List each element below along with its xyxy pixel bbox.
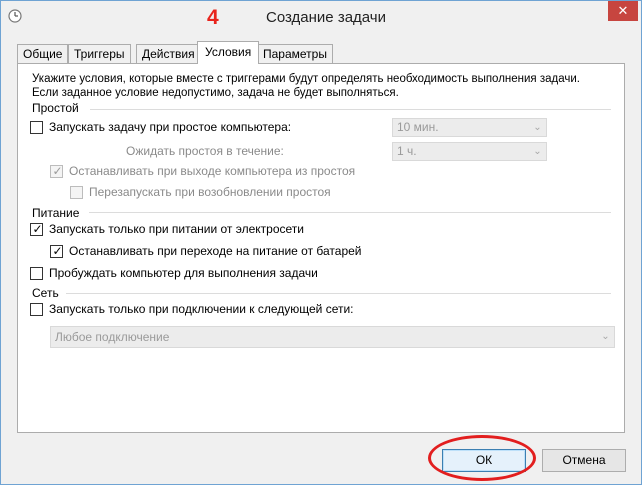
window-title: Создание задачи [266, 9, 386, 26]
tab-actions[interactable]: Действия [136, 44, 201, 64]
ac-power-only-label: Запускать только при питании от электрос… [49, 222, 304, 236]
idle-duration-combo[interactable]: 10 мин. ⌄ [392, 118, 547, 137]
stop-on-idle-end-checkbox[interactable]: ✓ Останавливать при выходе компьютера из… [50, 164, 370, 180]
chevron-down-icon: ⌄ [533, 146, 542, 157]
power-group-divider [89, 212, 611, 213]
ok-button[interactable]: ОК [442, 449, 526, 472]
idle-group-divider [90, 109, 611, 110]
start-if-idle-label: Запускать задачу при простое компьютера: [49, 120, 292, 134]
checkmark-icon: ✓ [52, 164, 63, 178]
tab-general[interactable]: Общие [17, 44, 69, 64]
checkmark-icon: ✓ [52, 244, 63, 258]
tab-settings[interactable]: Параметры [257, 44, 333, 64]
description-line-1: Укажите условия, которые вместе с тригге… [32, 73, 580, 85]
idle-group-label: Простой [32, 101, 79, 115]
ac-power-only-box[interactable]: ✓ [30, 222, 43, 236]
network-only-box[interactable] [30, 303, 43, 316]
stop-on-idle-end-box[interactable]: ✓ [50, 164, 63, 178]
conditions-panel: Укажите условия, которые вместе с тригге… [17, 63, 625, 433]
dialog-window: 4 Создание задачи ✕ Общие Триггеры Дейст… [0, 0, 642, 485]
network-connection-combo[interactable]: Любое подключение ⌄ [50, 326, 615, 348]
restart-on-idle-label: Перезапускать при возобновлении простоя [89, 185, 331, 199]
checkmark-icon: ✓ [32, 222, 43, 236]
stop-on-battery-label: Останавливать при переходе на питание от… [69, 244, 362, 258]
wait-idle-label: Ожидать простоя в течение: [126, 144, 284, 158]
close-button[interactable]: ✕ [608, 1, 638, 21]
tab-triggers[interactable]: Триггеры [68, 44, 131, 64]
wake-computer-checkbox[interactable]: Пробуждать компьютер для выполнения зада… [30, 266, 330, 282]
idle-duration-value: 10 мин. [397, 120, 439, 134]
stop-on-idle-end-label: Останавливать при выходе компьютера из п… [69, 164, 356, 178]
restart-on-idle-checkbox[interactable]: Перезапускать при возобновлении простоя [70, 185, 360, 201]
wake-computer-label: Пробуждать компьютер для выполнения зада… [49, 266, 318, 280]
wait-duration-value: 1 ч. [397, 144, 417, 158]
restart-on-idle-box[interactable] [70, 186, 83, 199]
title-bar: 4 Создание задачи ✕ [1, 1, 641, 32]
tab-conditions[interactable]: Условия [197, 41, 260, 64]
network-connection-value: Любое подключение [55, 330, 170, 344]
wait-duration-combo[interactable]: 1 ч. ⌄ [392, 142, 547, 161]
stop-on-battery-box[interactable]: ✓ [50, 244, 63, 258]
network-only-checkbox[interactable]: Запускать только при подключении к следу… [30, 302, 370, 318]
start-if-idle-checkbox[interactable]: Запускать задачу при простое компьютера: [30, 120, 310, 136]
ac-power-only-checkbox[interactable]: ✓ Запускать только при питании от электр… [30, 222, 330, 238]
network-only-label: Запускать только при подключении к следу… [49, 302, 354, 316]
network-group-label: Сеть [32, 286, 59, 300]
network-group-divider [66, 293, 611, 294]
description-line-2: Если заданное условие недопустимо, задач… [32, 87, 399, 99]
conditions-description: Укажите условия, которые вместе с тригге… [32, 72, 622, 100]
close-icon: ✕ [617, 3, 629, 18]
chevron-down-icon: ⌄ [533, 122, 542, 133]
cancel-button[interactable]: Отмена [542, 449, 626, 472]
power-group-label: Питание [32, 206, 80, 220]
start-if-idle-box[interactable] [30, 121, 43, 134]
chevron-down-icon: ⌄ [601, 331, 610, 342]
wake-computer-box[interactable] [30, 267, 43, 280]
stop-on-battery-checkbox[interactable]: ✓ Останавливать при переходе на питание … [50, 244, 370, 260]
